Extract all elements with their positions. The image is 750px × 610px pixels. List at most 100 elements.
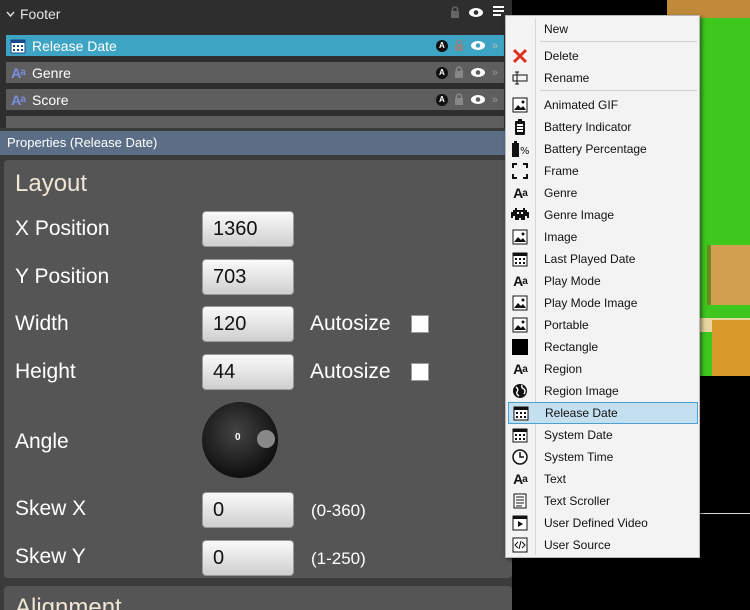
video-icon	[508, 513, 532, 533]
element-tree: Footer Release Date A » Aa Genre A » Aa …	[0, 0, 512, 128]
menu-item-label: Region Image	[544, 384, 619, 398]
menu-item-last-played-date[interactable]: Last Played Date	[508, 248, 698, 270]
auto-badge[interactable]: A	[435, 39, 448, 52]
angle-knob[interactable]: 0	[202, 402, 278, 478]
menu-item-rectangle[interactable]: Rectangle	[508, 336, 698, 358]
menu-item-user-defined-video[interactable]: User Defined Video	[508, 512, 698, 534]
drag-handle-icon[interactable]: »	[492, 67, 498, 79]
tree-row-partial[interactable]	[6, 116, 504, 128]
menu-item-frame[interactable]: Frame	[508, 160, 698, 182]
tree-group-header[interactable]: Footer	[6, 5, 60, 23]
menu-item-rename[interactable]: Rename	[508, 67, 698, 89]
text-icon: Aa	[513, 273, 528, 289]
height-autosize-checkbox[interactable]	[411, 363, 429, 381]
menu-item-system-date[interactable]: System Date	[508, 424, 698, 446]
menu-item-release-date[interactable]: Release Date	[508, 402, 698, 424]
menu-item-genre[interactable]: Aa Genre	[508, 182, 698, 204]
menu-item-text-scroller[interactable]: Text Scroller	[508, 490, 698, 512]
eye-icon[interactable]	[468, 5, 484, 23]
tree-row-score[interactable]: Aa Score A »	[6, 89, 504, 110]
width-input[interactable]	[202, 306, 294, 342]
width-label: Width	[15, 312, 69, 335]
scroller-icon	[508, 491, 532, 511]
menu-item-label: System Time	[544, 450, 614, 464]
menu-item-genre-image[interactable]: Genre Image	[508, 204, 698, 226]
menu-item-user-source[interactable]: User Source	[508, 534, 698, 556]
frame-icon	[508, 161, 532, 181]
menu-item-portable[interactable]: Portable	[508, 314, 698, 336]
text-icon: Aa	[513, 361, 528, 377]
calendar-icon	[508, 425, 532, 445]
height-input[interactable]	[202, 354, 294, 390]
row-controls: A »	[435, 38, 498, 54]
image-icon	[508, 227, 532, 247]
alignment-panel[interactable]: Alignment	[4, 586, 512, 610]
y-position-input[interactable]	[202, 259, 294, 295]
skew-x-input[interactable]	[202, 492, 294, 528]
delete-x-icon	[508, 46, 532, 66]
tree-header-controls	[450, 4, 506, 23]
eye-icon[interactable]	[470, 65, 486, 81]
menu-item-label: Rectangle	[544, 340, 599, 354]
menu-item-system-time[interactable]: System Time	[508, 446, 698, 468]
menu-item-new[interactable]: New	[508, 18, 698, 40]
menu-item-play-mode-image[interactable]: Play Mode Image	[508, 292, 698, 314]
menu-item-label: Battery Indicator	[544, 120, 632, 134]
menu-item-label: Release Date	[545, 406, 618, 420]
menu-separator	[540, 41, 697, 42]
drag-handle-icon[interactable]: »	[492, 40, 498, 52]
menu-separator	[540, 90, 697, 91]
menu-item-text[interactable]: Aa Text	[508, 468, 698, 490]
tree-row-genre[interactable]: Aa Genre A »	[6, 62, 504, 83]
skew-x-range: (0-360)	[311, 501, 366, 520]
width-autosize-checkbox[interactable]	[411, 315, 429, 333]
add-element-context-menu: New Delete Rename Animated GIF Battery I…	[505, 15, 700, 558]
menu-item-label: Last Played Date	[544, 252, 636, 266]
menu-item-region[interactable]: Aa Region	[508, 358, 698, 380]
menu-list-icon[interactable]	[492, 4, 506, 23]
tree-group-label: Footer	[20, 6, 61, 22]
layout-section-title: Layout	[15, 170, 88, 197]
menu-item-label: Animated GIF	[544, 98, 619, 112]
auto-badge[interactable]: A	[435, 66, 448, 79]
skew-y-input[interactable]	[202, 540, 294, 576]
lock-icon[interactable]	[454, 65, 464, 81]
rename-icon	[508, 68, 532, 88]
preview-sprite-lower	[712, 320, 750, 376]
menu-item-play-mode[interactable]: Aa Play Mode	[508, 270, 698, 292]
menu-item-battery-indicator[interactable]: Battery Indicator	[508, 116, 698, 138]
menu-item-label: Frame	[544, 164, 579, 178]
menu-item-label: User Defined Video	[544, 516, 648, 530]
tree-row-release-date[interactable]: Release Date A »	[6, 35, 504, 56]
calendar-icon	[8, 36, 28, 56]
layout-panel: Layout X Position Y Position Width Autos…	[4, 160, 512, 578]
menu-item-label: Text	[544, 472, 567, 486]
menu-item-label: Delete	[544, 49, 579, 63]
auto-badge[interactable]: A	[435, 93, 448, 106]
menu-item-label: System Date	[544, 428, 613, 442]
lock-icon[interactable]	[454, 38, 464, 54]
eye-icon[interactable]	[470, 38, 486, 54]
menu-item-region-image[interactable]: Region Image	[508, 380, 698, 402]
battery-percent-icon: %	[508, 139, 532, 159]
image-icon	[508, 315, 532, 335]
svg-text:%: %	[520, 146, 529, 157]
eye-icon[interactable]	[470, 92, 486, 108]
menu-item-image[interactable]: Image	[508, 226, 698, 248]
lock-icon[interactable]	[454, 92, 464, 108]
x-position-input[interactable]	[202, 211, 294, 247]
menu-item-battery-percentage[interactable]: % Battery Percentage	[508, 138, 698, 160]
drag-handle-icon[interactable]: »	[492, 94, 498, 106]
menu-item-animated-gif[interactable]: Animated GIF	[508, 94, 698, 116]
text-icon: Aa	[11, 91, 26, 108]
properties-header: Properties (Release Date)	[0, 131, 512, 155]
lock-icon[interactable]	[450, 5, 460, 23]
angle-label: Angle	[15, 430, 69, 453]
chevron-down-icon[interactable]	[6, 10, 15, 19]
invader-icon	[508, 205, 532, 225]
clock-icon	[508, 447, 532, 467]
angle-knob-handle[interactable]	[257, 430, 275, 448]
menu-item-label: Image	[544, 230, 578, 244]
menu-item-label: Region	[544, 362, 583, 376]
menu-item-delete[interactable]: Delete	[508, 45, 698, 67]
